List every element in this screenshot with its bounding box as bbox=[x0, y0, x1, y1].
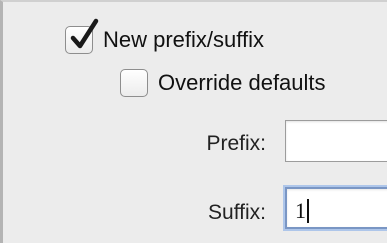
override-defaults-checkbox[interactable] bbox=[120, 69, 148, 97]
suffix-label: Suffix: bbox=[208, 201, 266, 224]
prefix-label: Prefix: bbox=[206, 132, 266, 155]
text-caret bbox=[307, 199, 309, 223]
new-prefix-suffix-option[interactable]: New prefix/suffix bbox=[65, 18, 264, 54]
checkmark-icon bbox=[70, 18, 99, 49]
suffix-input[interactable]: 1 bbox=[285, 187, 387, 229]
override-defaults-label: Override defaults bbox=[158, 70, 326, 95]
new-prefix-suffix-checkbox[interactable] bbox=[65, 18, 99, 54]
new-prefix-suffix-label: New prefix/suffix bbox=[103, 27, 264, 52]
override-defaults-option[interactable]: Override defaults bbox=[120, 69, 326, 97]
prefix-input[interactable] bbox=[285, 120, 387, 162]
prefix-suffix-panel: New prefix/suffix Override defaults Pref… bbox=[0, 0, 387, 243]
suffix-value: 1 bbox=[295, 198, 306, 223]
